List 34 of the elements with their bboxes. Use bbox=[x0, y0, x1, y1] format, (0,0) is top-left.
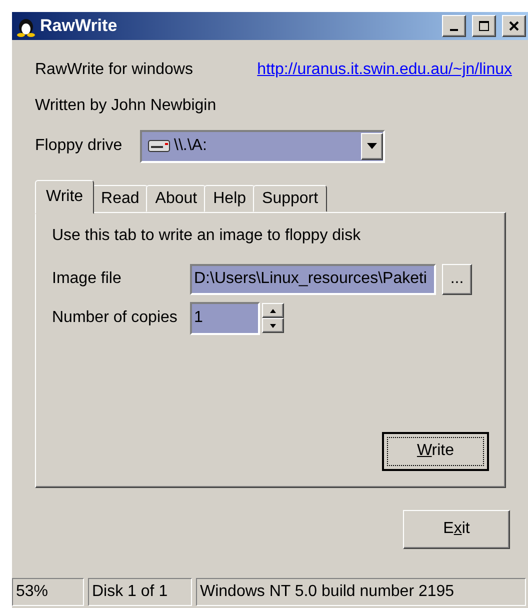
image-file-label: Image file bbox=[52, 270, 122, 288]
up-arrow-icon bbox=[270, 308, 276, 312]
website-link[interactable]: http://uranus.it.swin.edu.au/~jn/linux bbox=[257, 61, 512, 79]
spin-down-button[interactable] bbox=[262, 318, 284, 333]
dropdown-button[interactable] bbox=[361, 132, 383, 160]
image-file-field[interactable]: D:\Users\Linux_resources\Paketi bbox=[190, 264, 436, 294]
write-button[interactable]: Write bbox=[382, 432, 489, 470]
status-bar-cell: Windows NT 5.0 build number 2195 bbox=[196, 578, 526, 606]
copies-field[interactable]: 1 bbox=[190, 302, 260, 334]
maximize-button[interactable] bbox=[472, 15, 496, 37]
tab[interactable]: Write bbox=[35, 180, 94, 214]
tab-description: Use this tab to write an image to floppy disk bbox=[52, 227, 362, 245]
floppy-drive-label: Floppy drive bbox=[35, 137, 124, 155]
spin-up-button[interactable] bbox=[262, 303, 284, 318]
minimize-button[interactable] bbox=[442, 15, 466, 37]
caret-icon bbox=[367, 143, 377, 149]
status-bar-cell: 53% bbox=[12, 578, 84, 606]
floppy-drive-dropdown[interactable]: \\.\A: bbox=[140, 130, 385, 162]
tab[interactable]: Support bbox=[253, 185, 328, 212]
window-title: RawWrite bbox=[40, 16, 118, 36]
down-arrow-icon bbox=[270, 324, 276, 328]
app-name: RawWrite for windows bbox=[35, 61, 193, 79]
status-bar-cell: Disk 1 of 1 bbox=[88, 578, 192, 606]
author-text: Written by John Newbigin bbox=[35, 97, 216, 115]
browse-button[interactable]: ... bbox=[442, 264, 472, 294]
floppy-drive-icon bbox=[148, 140, 170, 152]
tab[interactable]: About bbox=[146, 185, 206, 212]
minimize-icon bbox=[450, 29, 458, 31]
close-button[interactable] bbox=[502, 15, 526, 37]
copies-label: Number of copies bbox=[52, 309, 178, 327]
maximize-icon bbox=[478, 20, 490, 32]
tab[interactable]: Help bbox=[204, 185, 256, 212]
close-icon bbox=[509, 21, 519, 31]
exit-button[interactable]: Exit bbox=[403, 510, 510, 548]
